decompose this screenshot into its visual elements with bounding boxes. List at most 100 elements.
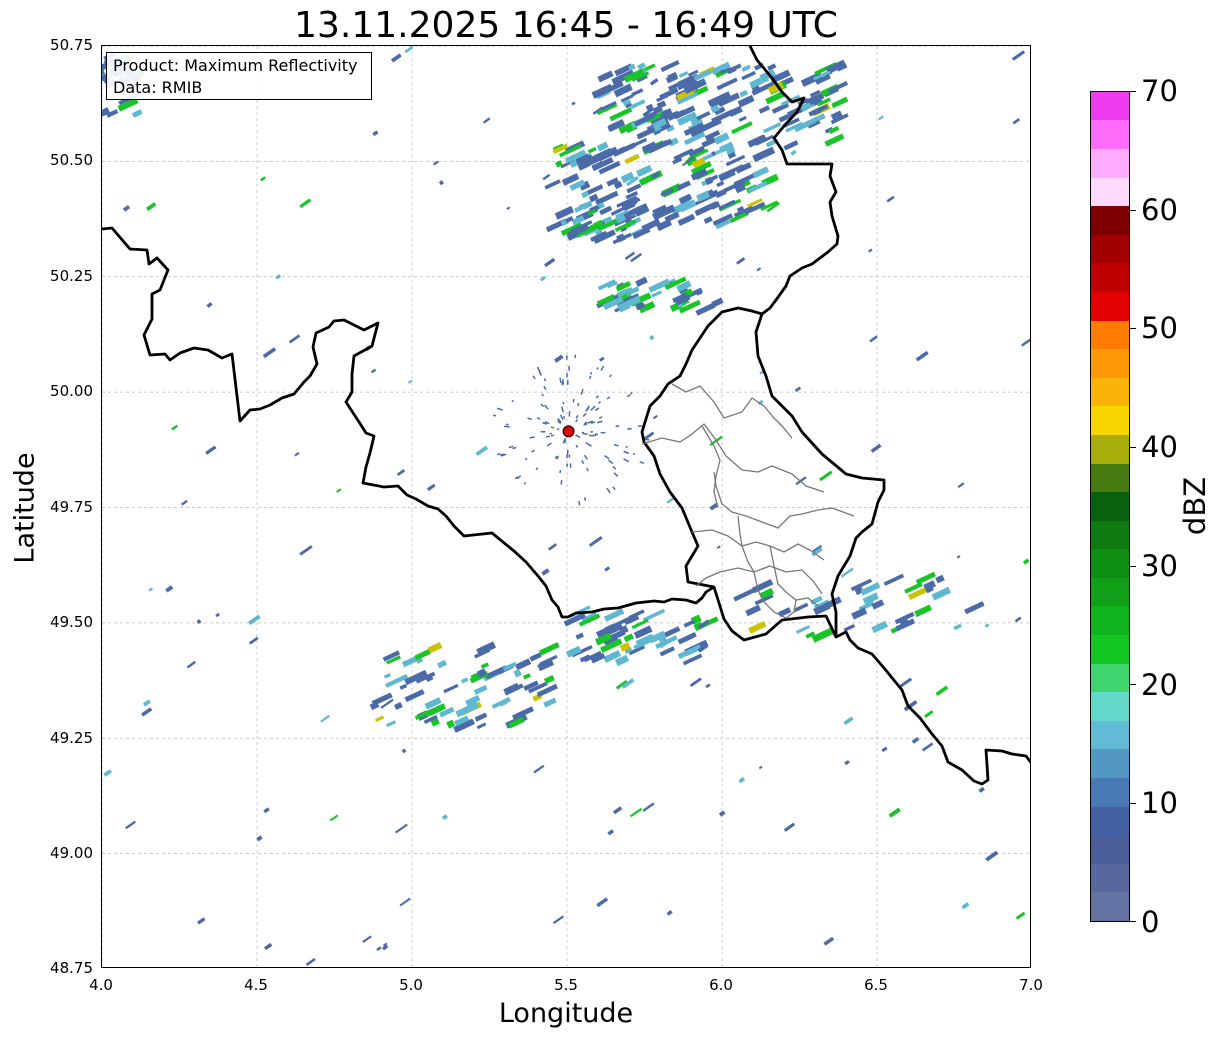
echo-cell — [603, 608, 625, 622]
echo-cell — [935, 685, 949, 696]
colorbar-segment — [1091, 463, 1129, 493]
echo-cell — [1021, 336, 1030, 347]
colorbar-segment — [1091, 91, 1129, 121]
colorbar-segment — [1091, 606, 1129, 636]
echo-cell — [550, 426, 554, 429]
echo-cell — [604, 455, 610, 460]
echo-cell — [514, 658, 532, 671]
echo-cell — [635, 276, 648, 287]
echo-cell — [964, 601, 985, 615]
echo-cell — [612, 466, 617, 470]
echo-cell — [921, 742, 934, 752]
colorbar-tick-label: 0 — [1141, 905, 1160, 939]
echo-cell — [566, 379, 569, 385]
echo-cell — [630, 392, 633, 395]
echo-cell — [961, 902, 970, 910]
echo-cell — [705, 683, 711, 689]
echo-cell — [540, 403, 545, 408]
echo-cell — [639, 461, 645, 465]
luxembourg-canton-borders — [641, 383, 855, 619]
echo-cell — [542, 173, 551, 181]
echo-cell — [636, 126, 656, 140]
echo-cell — [756, 267, 762, 272]
colorbar-segment — [1091, 549, 1129, 578]
echo-cell — [299, 198, 312, 209]
echo-cell — [745, 604, 762, 617]
echo-cell — [374, 715, 385, 722]
colorbar-tick-label: 30 — [1141, 549, 1178, 583]
colorbar-segment — [1091, 892, 1129, 921]
echo-cell — [587, 146, 597, 154]
echo-cell — [576, 402, 580, 407]
colorbar-tick-label: 70 — [1141, 74, 1178, 108]
colorbar-segment — [1091, 349, 1129, 378]
colorbar-tick — [1130, 803, 1136, 804]
echo-cell — [171, 424, 179, 431]
echo-cell — [574, 354, 577, 359]
echo-cell — [496, 407, 503, 411]
echo-cell — [881, 746, 888, 753]
echo-cell — [844, 759, 850, 766]
echo-cell — [644, 438, 650, 441]
echo-cell — [607, 829, 615, 836]
colorbar-segment — [1091, 434, 1129, 464]
echo-cell — [613, 472, 619, 477]
echo-cell — [642, 802, 655, 812]
colorbar-segment — [1091, 720, 1129, 750]
echo-cell — [146, 202, 157, 211]
echo-cell — [131, 109, 143, 118]
echo-cell — [566, 453, 568, 459]
echo-cell — [544, 257, 556, 268]
echo-cell — [414, 649, 431, 661]
colorbar-segment — [1091, 406, 1129, 435]
echo-cell — [165, 585, 174, 593]
echo-cell — [482, 117, 491, 124]
echo-cell — [828, 125, 840, 134]
echo-cell — [305, 957, 316, 967]
echo-cell — [566, 373, 568, 378]
echo-cell — [794, 386, 802, 393]
echo-cell — [535, 467, 539, 471]
echo-cell — [559, 469, 562, 474]
echo-cell — [624, 153, 640, 165]
echo-cell — [399, 897, 411, 907]
echo-cell — [588, 536, 603, 547]
echo-cell — [623, 458, 630, 463]
echo-cell — [978, 786, 985, 793]
country-borders — [102, 46, 1030, 786]
echo-cell — [527, 417, 532, 421]
echo-cell — [632, 452, 636, 456]
echo-cell — [395, 823, 408, 834]
echo-cell — [676, 180, 692, 191]
echo-cell — [559, 377, 562, 383]
echo-cell — [390, 53, 402, 63]
echo-cell — [600, 431, 606, 434]
echo-cell — [689, 677, 702, 688]
echo-cell — [718, 168, 736, 182]
echo-cell — [1011, 50, 1026, 61]
echo-cell — [320, 714, 330, 723]
echo-cell — [491, 697, 511, 709]
echo-cell — [790, 149, 797, 156]
echo-cell — [606, 487, 611, 494]
echo-cell — [1015, 911, 1026, 920]
echo-cell — [540, 430, 546, 433]
colorbar-segment — [1091, 692, 1129, 721]
echo-cell — [263, 942, 273, 951]
echo-cell — [552, 915, 565, 925]
echo-cell — [598, 416, 603, 419]
echo-cell — [522, 673, 531, 680]
echo-cell — [868, 248, 873, 253]
echo-cell — [401, 748, 407, 754]
echo-cell — [564, 216, 574, 224]
echo-cell — [248, 614, 261, 626]
echo-cell — [851, 607, 868, 620]
echo-cell — [568, 411, 571, 417]
colorbar-segment — [1091, 492, 1129, 521]
echo-cell — [783, 140, 799, 151]
canton-border — [691, 529, 825, 561]
radar-figure: 13.11.2025 16:45 - 16:49 UTC Product: Ma… — [0, 0, 1219, 1040]
echo-cell — [703, 216, 713, 224]
x-tick-label: 6.5 — [864, 976, 888, 994]
echo-cell — [585, 467, 589, 472]
